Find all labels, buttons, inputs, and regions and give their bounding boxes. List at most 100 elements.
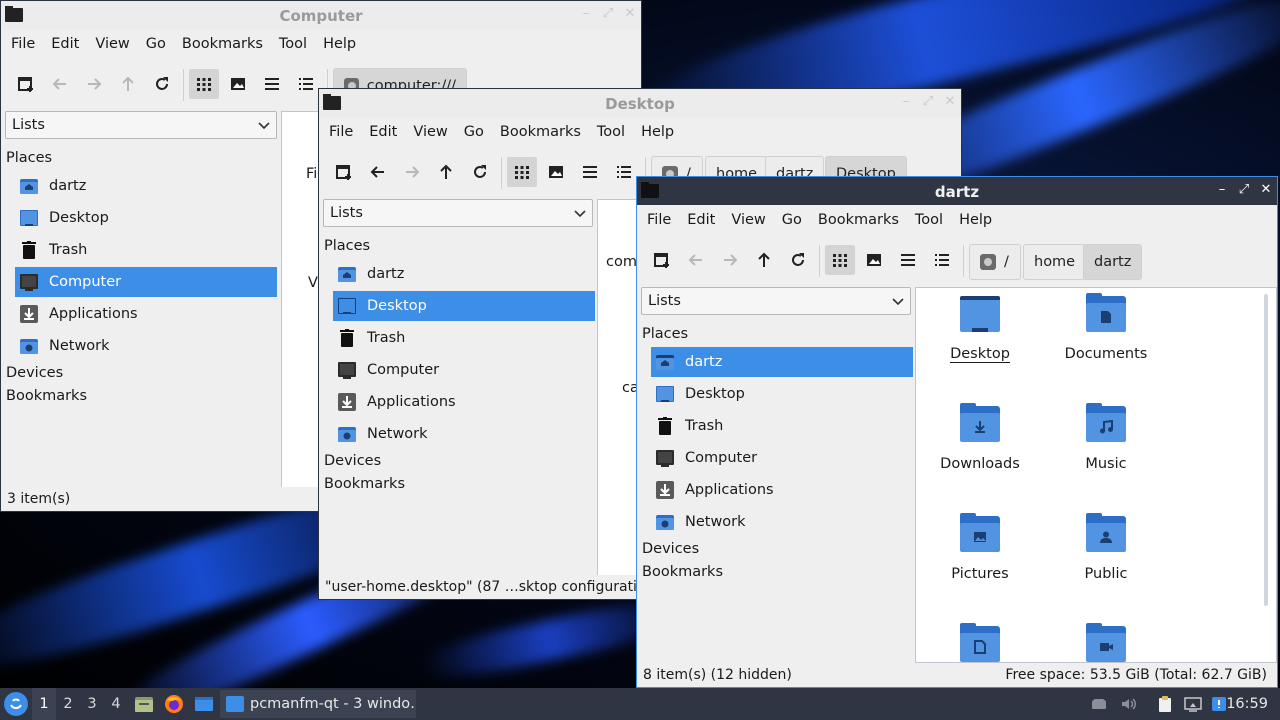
back-arrow-icon[interactable] bbox=[363, 157, 393, 187]
compact-view-icon[interactable] bbox=[893, 245, 923, 275]
menu-view[interactable]: View bbox=[87, 36, 137, 52]
sidebar-item-trash[interactable]: Trash bbox=[15, 235, 277, 265]
clipboard-icon[interactable] bbox=[1156, 695, 1174, 713]
menu-help[interactable]: Help bbox=[633, 124, 682, 140]
places-header[interactable]: Places bbox=[642, 326, 688, 342]
maximize-icon[interactable]: ⤢ bbox=[601, 7, 615, 21]
icon-view-icon[interactable] bbox=[825, 245, 855, 275]
minimize-icon[interactable]: – bbox=[579, 7, 593, 21]
file-item-public[interactable]: Public bbox=[1046, 513, 1166, 582]
icon-view-icon[interactable] bbox=[189, 69, 219, 99]
path-crumb-root[interactable]: / bbox=[969, 244, 1021, 280]
menu-go[interactable]: Go bbox=[456, 124, 492, 140]
volume-icon[interactable] bbox=[1120, 695, 1138, 713]
sidebar-item-applications[interactable]: Applications bbox=[333, 387, 595, 417]
reload-icon[interactable] bbox=[465, 157, 495, 187]
menu-tool[interactable]: Tool bbox=[589, 124, 633, 140]
reload-icon[interactable] bbox=[147, 69, 177, 99]
side-pane-mode-select[interactable]: Lists bbox=[5, 111, 277, 139]
icon-view-icon[interactable] bbox=[507, 157, 537, 187]
thumbnail-view-icon[interactable] bbox=[223, 69, 253, 99]
new-tab-icon[interactable] bbox=[329, 157, 359, 187]
minimize-icon[interactable]: – bbox=[899, 95, 913, 109]
maximize-icon[interactable]: ⤢ bbox=[1237, 183, 1251, 197]
file-item-pictures[interactable]: Pictures bbox=[920, 513, 1040, 582]
back-arrow-icon[interactable] bbox=[681, 245, 711, 275]
clock[interactable]: 16:59 bbox=[1226, 688, 1268, 720]
firefox-launcher-icon[interactable] bbox=[164, 694, 184, 714]
menu-bookmarks[interactable]: Bookmarks bbox=[810, 212, 907, 228]
sidebar-item-network[interactable]: Network bbox=[651, 507, 913, 537]
network-tray-icon[interactable] bbox=[1184, 695, 1202, 713]
menu-bookmarks[interactable]: Bookmarks bbox=[492, 124, 589, 140]
workspace-2[interactable]: 2 bbox=[56, 688, 80, 720]
menu-tool[interactable]: Tool bbox=[907, 212, 951, 228]
forward-arrow-icon[interactable] bbox=[79, 69, 109, 99]
menu-go[interactable]: Go bbox=[774, 212, 810, 228]
sidebar-item-network[interactable]: Network bbox=[15, 331, 277, 361]
close-icon[interactable]: ✕ bbox=[1259, 183, 1273, 197]
workspace-4[interactable]: 4 bbox=[104, 688, 128, 720]
sidebar-item-trash[interactable]: Trash bbox=[333, 323, 595, 353]
file-item-desktop[interactable]: Desktop bbox=[920, 296, 1040, 363]
menu-view[interactable]: View bbox=[723, 212, 773, 228]
path-crumb-home[interactable]: home bbox=[1023, 244, 1087, 280]
detailed-view-icon[interactable] bbox=[609, 157, 639, 187]
file-item-documents[interactable]: Documents bbox=[1046, 293, 1166, 362]
new-tab-icon[interactable] bbox=[11, 69, 41, 99]
menu-file[interactable]: File bbox=[3, 36, 43, 52]
forward-arrow-icon[interactable] bbox=[397, 157, 427, 187]
path-crumb-dartz[interactable]: dartz bbox=[1083, 244, 1143, 280]
taskbar-task-pcmanfm[interactable]: pcmanfm-qt - 3 windo… bbox=[220, 690, 416, 718]
forward-arrow-icon[interactable] bbox=[715, 245, 745, 275]
workspace-1[interactable]: 1 bbox=[32, 688, 56, 720]
close-icon[interactable]: ✕ bbox=[623, 7, 637, 21]
maximize-icon[interactable]: ⤢ bbox=[921, 95, 935, 109]
menu-help[interactable]: Help bbox=[951, 212, 1000, 228]
reload-icon[interactable] bbox=[783, 245, 813, 275]
back-arrow-icon[interactable] bbox=[45, 69, 75, 99]
sidebar-item-computer[interactable]: Computer bbox=[651, 443, 913, 473]
detailed-view-icon[interactable] bbox=[927, 245, 957, 275]
sidebar-item-desktop[interactable]: Desktop bbox=[651, 379, 913, 409]
up-arrow-icon[interactable] bbox=[113, 69, 143, 99]
workspace-3[interactable]: 3 bbox=[80, 688, 104, 720]
sidebar-item-applications[interactable]: Applications bbox=[651, 475, 913, 505]
bookmarks-header[interactable]: Bookmarks bbox=[6, 388, 87, 404]
close-icon[interactable]: ✕ bbox=[943, 95, 957, 109]
file-item-templates[interactable] bbox=[920, 623, 1040, 662]
show-desktop-icon[interactable] bbox=[194, 694, 214, 714]
computer-window-titlebar[interactable]: Computer – ⤢ ✕ bbox=[1, 1, 641, 29]
places-header[interactable]: Places bbox=[324, 238, 370, 254]
compact-view-icon[interactable] bbox=[257, 69, 287, 99]
file-item-music[interactable]: Music bbox=[1046, 403, 1166, 472]
menu-file[interactable]: File bbox=[321, 124, 361, 140]
menu-edit[interactable]: Edit bbox=[361, 124, 405, 140]
menu-edit[interactable]: Edit bbox=[679, 212, 723, 228]
removable-media-icon[interactable] bbox=[1090, 695, 1108, 713]
file-item-videos[interactable] bbox=[1046, 623, 1166, 662]
menu-tool[interactable]: Tool bbox=[271, 36, 315, 52]
start-menu-icon[interactable] bbox=[4, 692, 28, 716]
sidebar-item-trash[interactable]: Trash bbox=[651, 411, 913, 441]
sidebar-item-dartz[interactable]: dartz bbox=[333, 259, 595, 289]
dartz-window-titlebar[interactable]: dartz – ⤢ ✕ bbox=[637, 177, 1277, 205]
compact-view-icon[interactable] bbox=[575, 157, 605, 187]
sidebar-item-computer[interactable]: Computer bbox=[15, 267, 277, 297]
thumbnail-view-icon[interactable] bbox=[541, 157, 571, 187]
bookmarks-header[interactable]: Bookmarks bbox=[324, 476, 405, 492]
folder-view[interactable]: Desktop Documents Downloads Music Pictur… bbox=[915, 287, 1277, 663]
menu-go[interactable]: Go bbox=[138, 36, 174, 52]
menu-help[interactable]: Help bbox=[315, 36, 364, 52]
devices-header[interactable]: Devices bbox=[324, 453, 381, 469]
places-header[interactable]: Places bbox=[6, 150, 52, 166]
sidebar-item-desktop[interactable]: Desktop bbox=[15, 203, 277, 233]
file-item-downloads[interactable]: Downloads bbox=[920, 403, 1040, 472]
up-arrow-icon[interactable] bbox=[749, 245, 779, 275]
desktop-window-titlebar[interactable]: Desktop – ⤢ ✕ bbox=[319, 89, 961, 117]
file-manager-launcher-icon[interactable] bbox=[134, 694, 154, 714]
side-pane-mode-select[interactable]: Lists bbox=[641, 287, 911, 315]
sidebar-item-dartz[interactable]: dartz bbox=[15, 171, 277, 201]
sidebar-item-desktop[interactable]: Desktop bbox=[333, 291, 595, 321]
devices-header[interactable]: Devices bbox=[6, 365, 63, 381]
